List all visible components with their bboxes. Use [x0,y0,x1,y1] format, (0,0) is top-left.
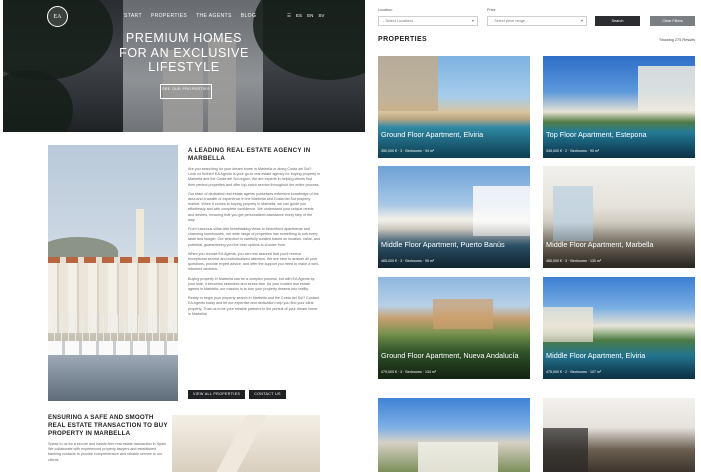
safe-text: Speak to us for a secure and hassle-free… [48,442,168,462]
contact-us-button[interactable]: CONTACT US [249,390,286,399]
property-card[interactable]: Ground Floor Apartment, Nueva Andalucía … [378,277,530,379]
lang-en[interactable]: EN [307,13,313,19]
about-paragraph: Ready to begin your property search in M… [188,296,319,316]
card-title: Ground Floor Apartment, Elviria [381,130,484,140]
marina-photo [48,145,178,401]
about-paragraph: Buying property in Marbella can be a com… [188,276,315,292]
card-building [418,442,498,472]
card-title: Middle Floor Apartment, Marbella [546,240,654,250]
photo-tower [136,209,144,261]
property-card[interactable] [543,398,695,472]
about-title: A LEADING REAL ESTATE AGENCY IN MARBELLA [188,147,311,162]
properties-heading: PROPERTIES [378,36,428,43]
clear-filters-button[interactable]: Clear Filters [650,16,695,26]
safe-title: ENSURING A SAFE AND SMOOTH REAL ESTATE T… [48,414,168,437]
card-title: Top Floor Apartment, Estepona [546,130,647,140]
price-select[interactable]: - Select price range - [487,16,587,26]
card-building [433,299,493,329]
card-meta: 479,000 € · 3 · Bedrooms · 134 m² [381,370,437,374]
about-paragraph: Are you searching for your dream home in… [188,167,321,187]
nav-blog[interactable]: BLOG [241,13,257,19]
lang-es[interactable]: ES [296,13,302,19]
results-count: Showing 275 Results [659,38,695,42]
price-label: Price [487,8,496,12]
card-title: Ground Floor Apartment, Nueva Andalucía [381,351,519,361]
about-paragraph: Our team of dedicated real estate agents… [188,191,319,222]
about-buttons: VIEW ALL PROPERTIES CONTACT US [188,390,286,399]
property-card[interactable]: Top Floor Apartment, Estepona 345,000 € … [543,56,695,158]
see-properties-button[interactable]: SEE OUR PROPERTIES [160,84,212,99]
nav-start[interactable]: START [124,13,142,19]
interior-photo [172,415,320,472]
property-card[interactable]: Middle Floor Apartment, Marbella 465,000… [543,166,695,268]
about-paragraph: From luxurious villas with breathtaking … [188,227,321,247]
hero-title-line: PREMIUM HOMES [125,31,243,45]
card-tv [543,428,588,472]
property-card[interactable]: Middle Floor Apartment, Elviria 475,000 … [543,277,695,379]
location-label: Location [378,8,393,12]
card-title: Middle Floor Apartment, Elviria [546,351,646,361]
photo-beam [214,415,268,472]
property-card[interactable] [378,398,530,472]
menu-icon[interactable]: ☰ [287,13,291,19]
safe-transaction-section: ENSURING A SAFE AND SMOOTH REAL ESTATE T… [48,414,168,463]
card-meta: 465,000 € · 3 · Bedrooms · 130 m² [546,259,602,263]
search-button[interactable]: Search [595,16,640,26]
location-select[interactable]: - Select Locations - [378,16,478,26]
about-section: A LEADING REAL ESTATE AGENCY IN MARBELLA… [188,147,320,321]
property-card[interactable]: Ground Floor Apartment, Elviria 350,000 … [378,56,530,158]
card-meta: 345,000 € · 2 · Bedrooms · 90 m² [546,149,600,153]
nav-the-agents[interactable]: THE AGENTS [196,13,232,19]
about-paragraph: When you choose EA Agents, you can rest … [188,251,319,272]
card-meta: 475,000 € · 2 · Bedrooms · 107 m² [546,370,602,374]
card-meta: 350,000 € · 3 · Bedrooms · 94 m² [381,149,435,153]
hero-title-line: FOR AN EXCLUSIVE [119,45,249,60]
photo-boats [48,341,178,355]
site-logo[interactable]: EA [47,6,68,27]
main-nav: START PROPERTIES THE AGENTS BLOG [124,13,256,19]
language-switcher: ☰ ES EN SV [287,13,324,19]
lang-sv[interactable]: SV [318,13,324,19]
property-card[interactable]: Middle Floor Apartment, Puerto Banús 465… [378,166,530,268]
nav-properties[interactable]: PROPERTIES [151,13,187,19]
card-meta: 465,000 € · 3 · Bedrooms · 95 m² [381,259,435,263]
hero-title-line: LIFESTYLE [148,60,220,74]
card-title: Middle Floor Apartment, Puerto Banús [381,240,505,250]
logo-text: EA [53,13,62,20]
card-building [638,66,695,111]
hero-banner: EA START PROPERTIES THE AGENTS BLOG ☰ ES… [3,0,365,132]
hero-title: PREMIUM HOMES FOR AN EXCLUSIVE LIFESTYLE [3,31,365,75]
view-all-properties-button[interactable]: VIEW ALL PROPERTIES [188,390,246,399]
card-building [378,56,438,111]
